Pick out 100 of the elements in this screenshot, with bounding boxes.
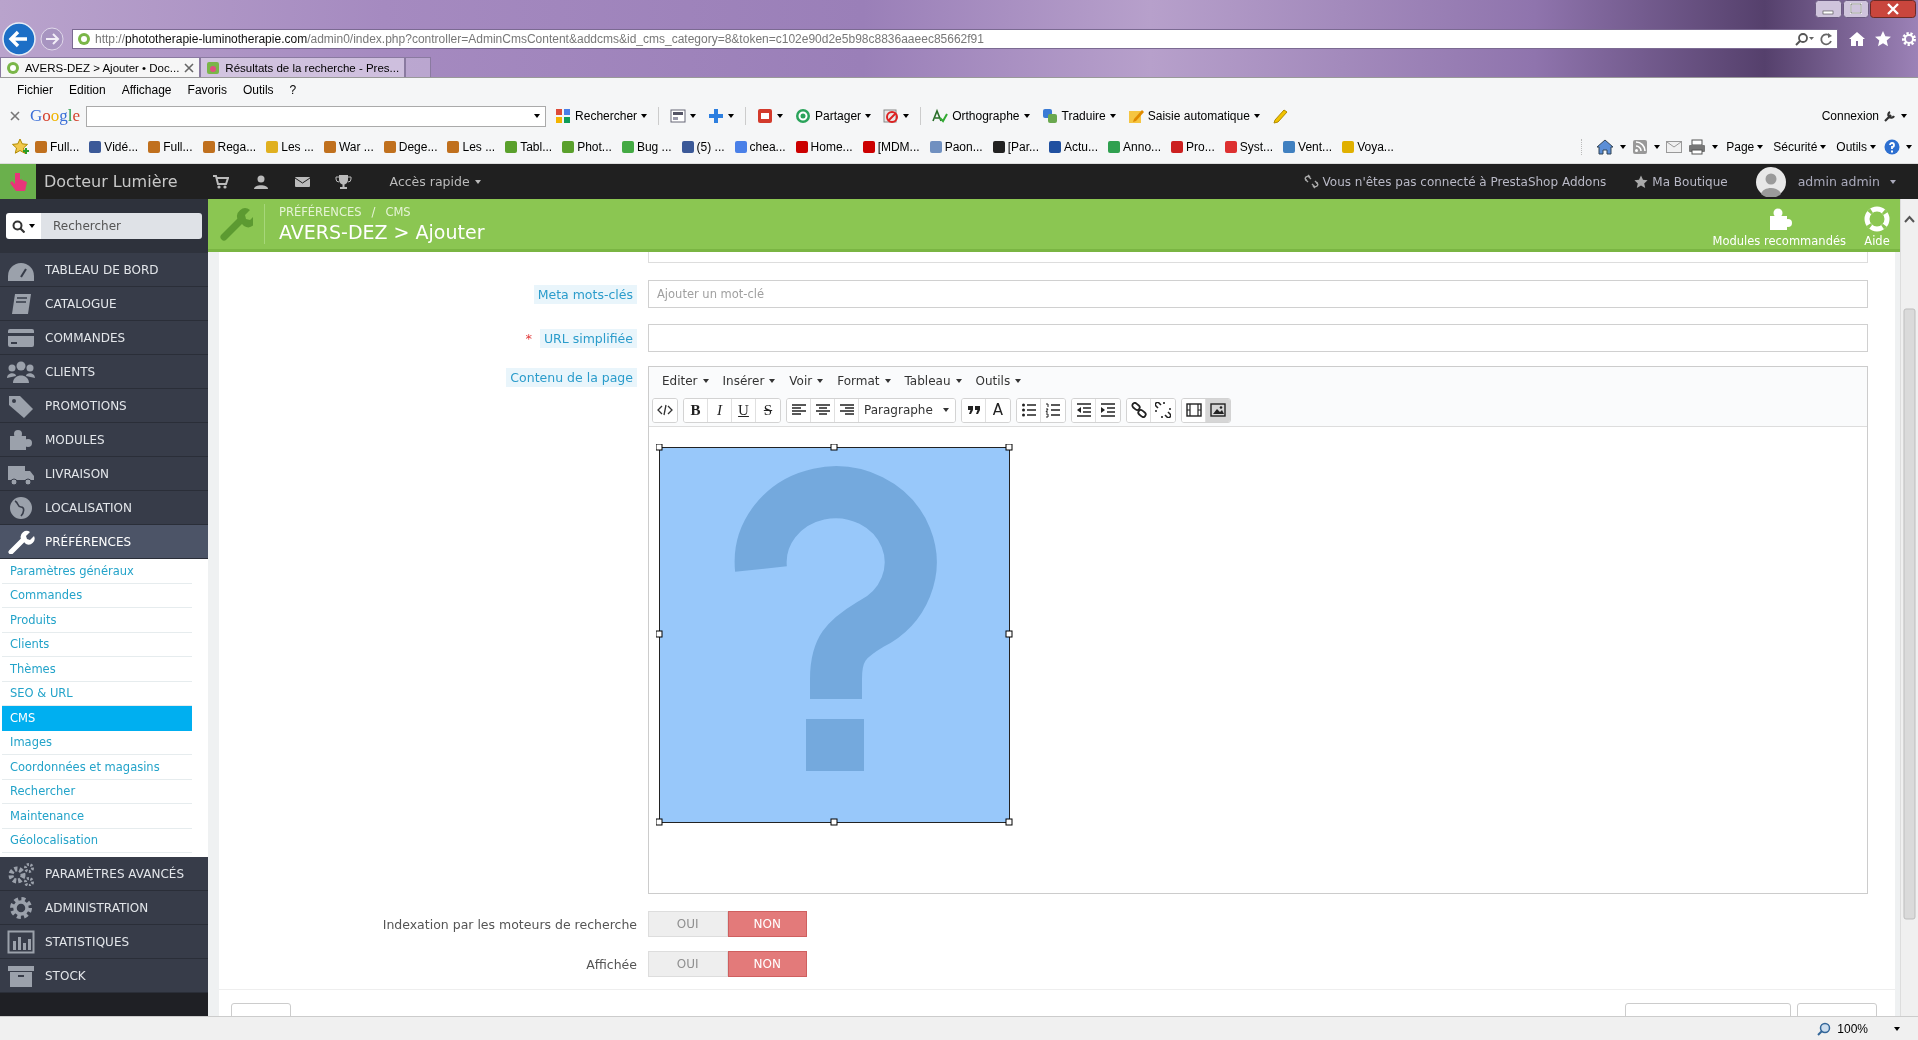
sidebar-item[interactable]: LIVRAISON	[0, 457, 208, 491]
link-button[interactable]	[1127, 398, 1151, 422]
sidebar-item[interactable]: PROMOTIONS	[0, 389, 208, 423]
search-field[interactable]	[86, 105, 547, 127]
bold-button[interactable]: B	[684, 398, 708, 422]
favorite-link[interactable]: Vidé...	[84, 140, 144, 154]
addons-link[interactable]: Vous n'êtes pas connecté à PrestaShop Addons	[1303, 174, 1607, 189]
resize-handle[interactable]	[1005, 630, 1013, 638]
code-button[interactable]	[653, 398, 677, 422]
resize-handle[interactable]	[656, 818, 663, 826]
input-field[interactable]	[648, 324, 1868, 352]
sidebar-item[interactable]: CATALOGUE	[0, 287, 208, 321]
favorite-link[interactable]: Les ...	[442, 140, 501, 154]
resize-handle[interactable]	[1005, 444, 1013, 451]
favorite-link[interactable]: Vent...	[1278, 140, 1338, 154]
zoom-button[interactable]: 100%	[1813, 1021, 1904, 1036]
browser-tab[interactable]: Résultats de la recherche - Pres...	[200, 57, 406, 77]
sidebar-item[interactable]: COMMANDES	[0, 321, 208, 355]
favorite-link[interactable]: Pro...	[1166, 140, 1220, 154]
editor-menu[interactable]: Voir	[782, 373, 831, 388]
favorite-link[interactable]: Bug ...	[616, 140, 677, 154]
menu-item[interactable]: Affichage	[113, 82, 180, 97]
quote-button[interactable]	[962, 398, 986, 422]
address-bar[interactable]: http://phototherapie-luminotherapie.com/admin0/index.php?controller=AdminCmsContent&addcms&id_cms_category=8&token=c102e90d2e5b98c8836aaeec85662f91	[72, 29, 1838, 49]
toolbar-button[interactable]: Saisie automatique	[1124, 108, 1263, 124]
menu-button[interactable]: Sécurité	[1771, 140, 1829, 154]
editor-menu[interactable]: Editer	[655, 373, 716, 388]
favorite-link[interactable]: Full...	[143, 140, 198, 154]
connexion-button[interactable]: Connexion	[1818, 109, 1910, 123]
star-icon[interactable]	[1874, 30, 1892, 48]
favorite-link[interactable]: Dege...	[378, 140, 443, 154]
resize-handle[interactable]	[656, 444, 663, 451]
favorite-link[interactable]: Rega...	[197, 140, 262, 154]
resize-handle[interactable]	[830, 444, 838, 451]
help-icon[interactable]	[1884, 139, 1900, 155]
favorite-link[interactable]: Full...	[30, 140, 85, 154]
favorite-link[interactable]: Syst...	[1219, 140, 1279, 154]
maximize-icon[interactable]	[1843, 0, 1869, 18]
shop-name[interactable]: Docteur Lumière	[44, 172, 178, 191]
resize-handle[interactable]	[830, 818, 838, 826]
resize-handle[interactable]	[656, 630, 663, 638]
menu-button[interactable]: Outils	[1834, 140, 1878, 154]
bullet-list-button[interactable]	[1017, 398, 1041, 422]
favorite-link[interactable]: War ...	[318, 140, 379, 154]
settings-icon[interactable]	[1900, 30, 1918, 48]
url-text[interactable]: http://phototherapie-luminotherapie.com/admin0/index.php?controller=AdminCmsContent&addcms&id_cms_category=8&token=c102e90d2e5b98c8836aaeec85662f91	[95, 32, 1791, 46]
editor-menu[interactable]: Outils	[968, 373, 1029, 388]
add-favorite-icon[interactable]	[12, 138, 30, 156]
toolbar-button[interactable]: Orthographe	[929, 108, 1033, 124]
sidebar-item[interactable]: ADMINISTRATION	[0, 891, 208, 925]
sidebar-item[interactable]: PRÉFÉRENCES	[0, 525, 208, 559]
back-icon[interactable]	[2, 22, 36, 56]
sidebar-item[interactable]: CLIENTS	[0, 355, 208, 389]
menu-item[interactable]: Edition	[61, 82, 114, 97]
search-scope-button[interactable]	[6, 213, 41, 239]
toolbar-button[interactable]: Partager	[792, 108, 875, 124]
close-icon[interactable]	[184, 62, 195, 73]
quick-access-menu[interactable]: Accès rapide	[383, 173, 487, 190]
image-button[interactable]	[1206, 398, 1230, 422]
user-menu[interactable]: admin admin	[1791, 173, 1902, 190]
editor-menu[interactable]: Format	[830, 373, 898, 388]
printer-icon[interactable]	[1688, 139, 1707, 155]
toolbar-button[interactable]: Rechercher	[552, 108, 651, 124]
favorite-link[interactable]: (5) ...	[676, 140, 730, 154]
menu-button[interactable]: Page	[1724, 140, 1766, 154]
input-field[interactable]	[648, 252, 1868, 263]
trophy-icon[interactable]	[334, 173, 352, 190]
sidebar-item[interactable]: STATISTIQUES	[0, 925, 208, 959]
favorite-link[interactable]: chea...	[729, 140, 791, 154]
favorite-link[interactable]: [Par...	[987, 140, 1044, 154]
favorite-link[interactable]: Voya...	[1337, 140, 1399, 154]
favorite-link[interactable]: [MDM...	[857, 140, 925, 154]
browser-tab[interactable]: AVERS-DEZ > Ajouter • Doc...	[0, 57, 201, 77]
favorite-link[interactable]: Les ...	[261, 140, 319, 154]
editor-menu[interactable]: Insérer	[715, 373, 783, 388]
search-icon[interactable]	[1795, 32, 1815, 46]
film-button[interactable]	[1182, 398, 1206, 422]
menu-item[interactable]: Fichier	[9, 82, 61, 97]
toolbar-button[interactable]: Traduire	[1038, 108, 1119, 124]
favorite-link[interactable]: Actu...	[1044, 140, 1104, 154]
home-icon[interactable]	[1848, 30, 1866, 48]
favorite-link[interactable]: Anno...	[1103, 140, 1167, 154]
sidebar-item[interactable]: PARAMÈTRES AVANCÉS	[0, 857, 208, 891]
rich-text-editor[interactable]: Editer Insérer Voir Format Tableau Outils B I U S Paragraphe A	[648, 366, 1868, 894]
favorite-link[interactable]: Tabl...	[500, 140, 558, 154]
cart-icon[interactable]	[211, 173, 229, 190]
editor-menu[interactable]: Tableau	[897, 373, 969, 388]
user-icon[interactable]	[252, 173, 270, 190]
menu-item[interactable]: Favoris	[179, 82, 235, 97]
menu-item[interactable]: Outils	[234, 82, 282, 97]
home-icon[interactable]	[1596, 139, 1615, 155]
search-field[interactable]: Rechercher	[41, 213, 202, 239]
close-icon[interactable]	[1870, 0, 1916, 18]
resize-handle[interactable]	[1005, 818, 1013, 826]
favorite-link[interactable]: Home...	[790, 140, 858, 154]
favorite-link[interactable]: Phot...	[557, 140, 617, 154]
favorite-link[interactable]: Paon...	[924, 140, 988, 154]
sidebar-item[interactable]: LOCALISATION	[0, 491, 208, 525]
feed-icon[interactable]	[1632, 139, 1649, 155]
sidebar-item[interactable]: MODULES	[0, 423, 208, 457]
